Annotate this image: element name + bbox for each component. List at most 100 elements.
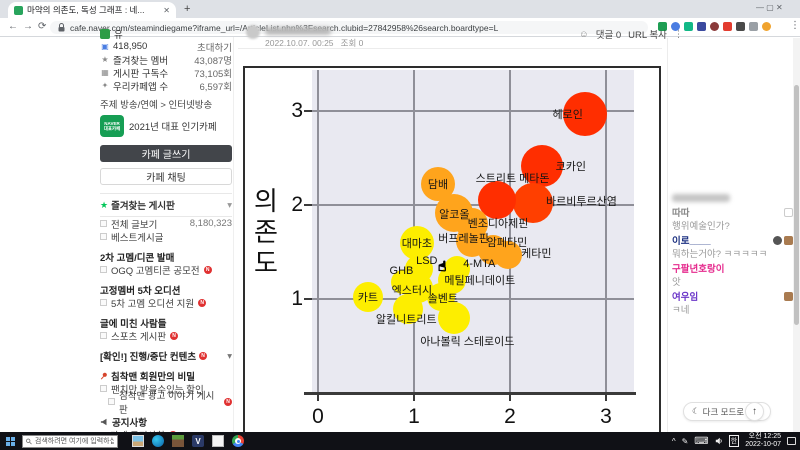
- x-tick-label: 2: [504, 405, 516, 428]
- new-tab-button[interactable]: +: [184, 3, 190, 15]
- chat-message-blurred: [672, 194, 730, 202]
- reload-icon[interactable]: ⟳: [38, 21, 46, 32]
- checkbox-icon: [108, 398, 115, 405]
- sidebar-item[interactable]: OGQ 고멤티콘 공모전 N: [100, 263, 232, 277]
- chat-text: ㅋ네: [672, 305, 690, 316]
- sidebar-item[interactable]: 베스트게시글: [100, 230, 232, 244]
- taskbar-search-input[interactable]: 검색하려면 여기에 입력하십시오: [22, 434, 118, 448]
- chart-bubble-label: LSD: [416, 254, 438, 267]
- sidebar-section-header[interactable]: 글에 미친 사람들: [100, 317, 232, 330]
- sidebar-item[interactable]: 전체 글보기 8,180,323: [100, 217, 232, 231]
- stat-label: 게시판 구독수: [113, 68, 169, 80]
- chat-nickname[interactable]: 구팔년호랑이: [672, 261, 724, 275]
- extension-icon[interactable]: [736, 22, 745, 31]
- tray-chevron-icon[interactable]: ^: [672, 437, 676, 446]
- chat-panel: 따따 행위예술인가? 이로____ 뭐하는거야? ㅋㅋㅋㅋㅋ 구팔년호랑이 앗 여우임 ㅋ네: [672, 194, 793, 318]
- chat-nickname[interactable]: 따따: [672, 205, 689, 219]
- extension-icon[interactable]: [697, 22, 706, 31]
- content-divider: [667, 38, 668, 432]
- new-badge: N: [199, 352, 208, 360]
- scrollbar-thumb[interactable]: [794, 85, 799, 325]
- chat-text: 뭐하는거야? ㅋㅋㅋㅋㅋ: [672, 249, 768, 260]
- notes-app-icon[interactable]: [212, 435, 224, 447]
- members-icon: ▣: [101, 42, 109, 51]
- sidebar-section-header[interactable]: 침착맨 회원만의 비밀: [100, 370, 232, 383]
- chat-nickname[interactable]: 이로____: [672, 233, 711, 247]
- extension-icon[interactable]: [762, 22, 771, 31]
- sidebar-section-header[interactable]: 2차 고멤/디콘 발매: [100, 251, 232, 264]
- stat-icon: ▦: [101, 68, 109, 77]
- tray-ime-indicator[interactable]: 한: [728, 435, 740, 447]
- sidebar-section-header[interactable]: 고정멤버 5차 오디션: [100, 284, 232, 297]
- taskbar-clock[interactable]: 오전 12:25 2022-10-07: [745, 433, 781, 449]
- chrome-icon[interactable]: [232, 435, 244, 447]
- y-tick-mark: [304, 110, 312, 112]
- scroll-top-button[interactable]: ↑: [745, 402, 764, 421]
- chat-message: 따따 행위예술인가?: [672, 205, 793, 232]
- comment-count[interactable]: 댓글 0: [596, 27, 621, 41]
- forward-icon[interactable]: →: [23, 21, 33, 32]
- stat-icon: ✦: [101, 81, 109, 90]
- sidebar-divider: [233, 37, 234, 432]
- checkbox-icon: [100, 332, 107, 339]
- checkbox-icon: [100, 385, 107, 392]
- extension-icon[interactable]: [723, 22, 732, 31]
- minecraft-icon[interactable]: [172, 435, 184, 447]
- back-icon[interactable]: ←: [8, 21, 18, 32]
- window-controls[interactable]: — ▢ ✕: [756, 3, 783, 12]
- extension-icon[interactable]: [684, 22, 693, 31]
- browser-tab[interactable]: 마약의 의존도, 독성 그래프 : 네... ✕: [8, 2, 176, 18]
- y-tick-label: 2: [291, 193, 303, 216]
- chevron-down-icon[interactable]: ▾: [227, 200, 232, 211]
- sidebar-item[interactable]: 5차 고멤 오디션 지원 N: [100, 296, 232, 310]
- chat-nickname[interactable]: 여우임: [672, 289, 698, 303]
- moon-icon: ☾: [692, 406, 700, 416]
- tray-speaker-icon[interactable]: [715, 437, 723, 445]
- chart-bubble-label: 케타민: [521, 247, 552, 260]
- chevron-down-icon[interactable]: ▾: [227, 351, 232, 362]
- naver-badge-icon: NAVER 대표카페: [100, 115, 124, 137]
- chart-bubble-label: 솔벤트: [427, 293, 459, 306]
- invite-link[interactable]: 초대하기: [197, 40, 232, 54]
- smiley-icon[interactable]: ☺: [579, 29, 589, 40]
- y-tick-mark: [304, 204, 312, 206]
- stat-label: 즐겨찾는 멤버: [113, 55, 169, 67]
- chart-bubble-label: 헤로인: [552, 108, 583, 121]
- checkbox-icon: [100, 220, 107, 227]
- extension-icon[interactable]: [749, 22, 758, 31]
- sidebar-fav-header[interactable]: ★ 즐겨찾는 게시판 ▾: [100, 193, 232, 217]
- sidebar-item[interactable]: 스포츠 게시판 N: [100, 329, 232, 343]
- cafe-stat-row: ▦ 게시판 구독수 73,105회: [100, 66, 232, 80]
- stat-value: 6,597회: [199, 81, 232, 93]
- tray-pen-icon[interactable]: ✎: [682, 437, 689, 446]
- sidebar-item[interactable]: 침착맨 광고 이야기 게시판 N: [100, 391, 232, 416]
- cafe-chat-button[interactable]: 카페 채팅: [100, 168, 232, 185]
- gridline-vertical: [317, 70, 319, 393]
- screen: 마약의 의존도, 독성 그래프 : 네... ✕ + — ▢ ✕ ← → ⟳ c…: [0, 0, 800, 450]
- chart-bubble-label: 아나볼릭 스테로이드: [420, 335, 515, 348]
- star-icon: ★: [100, 199, 109, 210]
- browser-menu-icon[interactable]: ⋮: [790, 20, 800, 31]
- notification-icon[interactable]: [787, 437, 796, 445]
- tray-keyboard-icon[interactable]: ⌨: [694, 436, 708, 447]
- extension-icon[interactable]: [710, 22, 719, 31]
- post-more-icon[interactable]: ⋮: [674, 29, 684, 40]
- y-tick-mark: [304, 298, 312, 300]
- browser-tabstrip: 마약의 의존도, 독성 그래프 : 네... ✕ + — ▢ ✕: [0, 0, 800, 18]
- checkbox-icon: [100, 299, 107, 306]
- task-view-button[interactable]: [132, 435, 144, 447]
- edge-icon[interactable]: [152, 435, 164, 447]
- mouse-cursor-hand-icon: ☝: [438, 258, 447, 275]
- x-tick-mark: [317, 394, 319, 401]
- sidebar-section-header[interactable]: [확인!] 진행/중단 컨텐츠 N ▾: [100, 350, 232, 364]
- url-copy-button[interactable]: URL 복사: [628, 27, 667, 41]
- start-button[interactable]: [6, 436, 15, 446]
- checkbox-icon: [100, 266, 107, 273]
- v-app-icon[interactable]: V: [192, 435, 204, 447]
- tab-close-icon[interactable]: ✕: [163, 6, 170, 15]
- x-tick-label: 0: [312, 405, 324, 428]
- sidebar-section-header[interactable]: 공지사항: [100, 416, 232, 429]
- post-views: 조회 0: [340, 38, 364, 48]
- stat-value: 43,087명: [194, 55, 232, 67]
- cafe-write-button[interactable]: 카페 글쓰기: [100, 145, 232, 162]
